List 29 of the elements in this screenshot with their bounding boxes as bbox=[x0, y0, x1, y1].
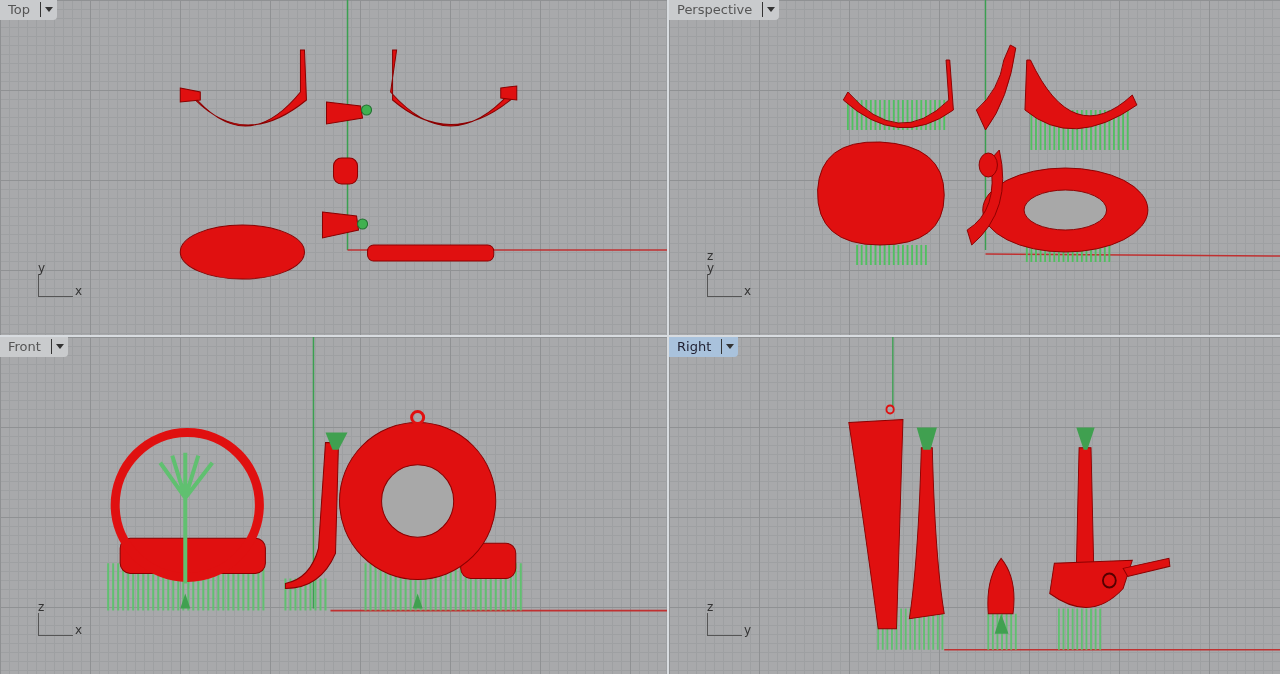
caret-icon[interactable] bbox=[44, 7, 53, 12]
axis-icon bbox=[707, 274, 742, 297]
viewport-title: Front bbox=[8, 339, 41, 354]
axis-label: y bbox=[744, 624, 752, 636]
viewport-title: Perspective bbox=[677, 2, 753, 17]
axis-label: z bbox=[38, 601, 46, 613]
viewport-title: Top bbox=[8, 2, 30, 17]
caret-icon[interactable] bbox=[767, 7, 776, 12]
axis-label: y bbox=[38, 262, 47, 274]
viewport-tab[interactable]: Front bbox=[0, 337, 68, 357]
viewport-title: Right bbox=[677, 339, 712, 354]
axis-label: z bbox=[707, 250, 715, 262]
viewport-tab[interactable]: Right bbox=[669, 337, 739, 357]
viewport[interactable]: Top y x bbox=[0, 0, 667, 335]
axis-label: z bbox=[707, 601, 715, 613]
axis-label: x bbox=[744, 285, 752, 297]
axis-label: y bbox=[707, 262, 716, 274]
viewport-tab[interactable]: Top bbox=[0, 0, 57, 20]
axis-icon bbox=[38, 613, 73, 636]
axis-icon bbox=[38, 274, 73, 297]
viewport[interactable]: Perspective z y x bbox=[669, 0, 1280, 335]
axis-label: x bbox=[75, 285, 83, 297]
viewport[interactable]: Front z x bbox=[0, 337, 667, 674]
caret-icon[interactable] bbox=[55, 344, 64, 349]
axis-label: x bbox=[75, 624, 83, 636]
viewport[interactable]: Right z y bbox=[669, 337, 1280, 674]
viewport-tab[interactable]: Perspective bbox=[669, 0, 780, 20]
caret-icon[interactable] bbox=[726, 344, 735, 349]
axis-icon bbox=[707, 613, 742, 636]
